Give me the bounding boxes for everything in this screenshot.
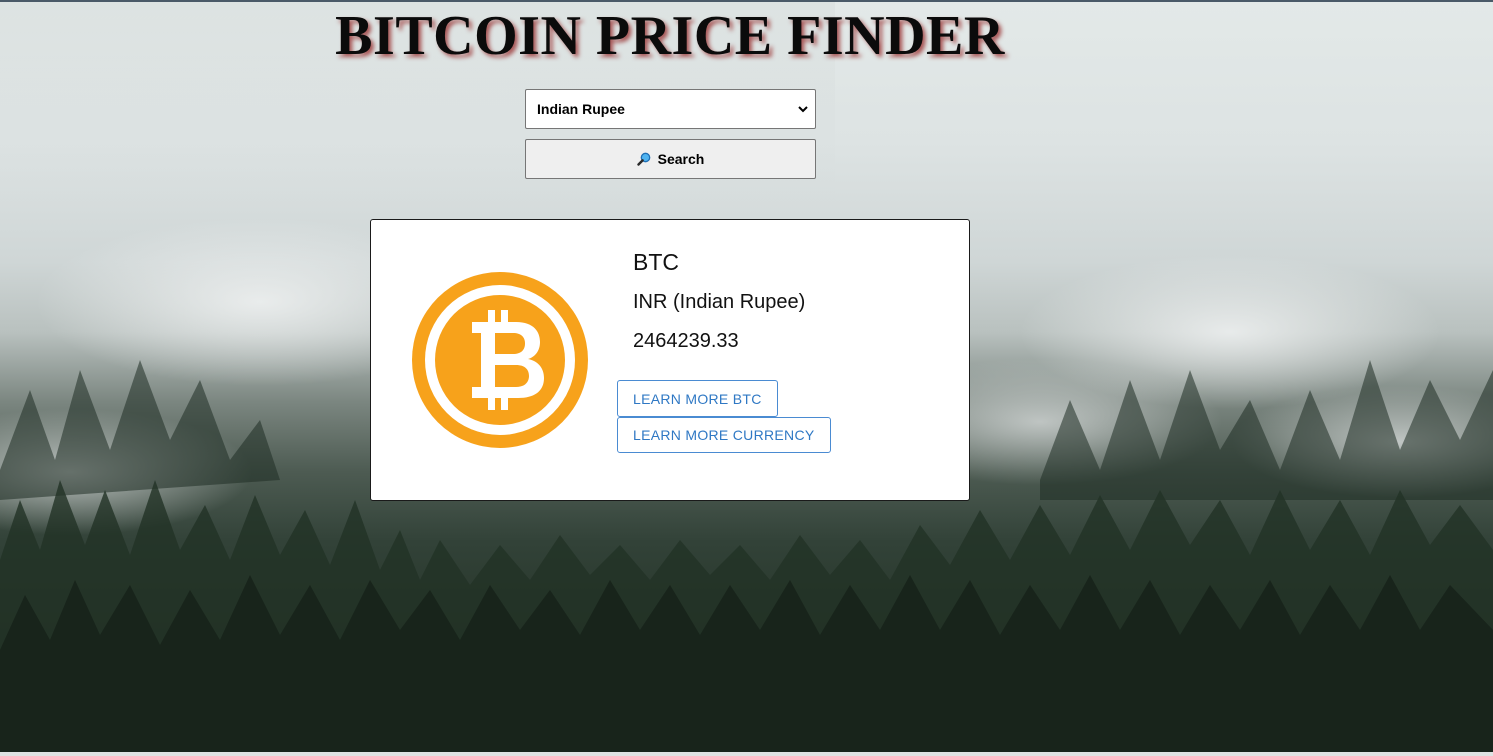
currency-select-value: Indian Rupee: [537, 101, 625, 117]
page-title: BITCOIN PRICE FINDER: [335, 5, 1005, 67]
learn-more-currency-button[interactable]: LEARN MORE CURRENCY: [617, 417, 831, 453]
currency-select[interactable]: Indian Rupee: [525, 89, 816, 129]
search-button[interactable]: Search: [525, 139, 816, 179]
bitcoin-logo: [412, 272, 588, 448]
magnifier-icon: [636, 152, 651, 166]
result-card: BTC INR (Indian Rupee) 2464239.33 LEARN …: [370, 219, 970, 501]
price-value: 2464239.33: [633, 330, 739, 352]
search-button-label: Search: [657, 151, 705, 167]
coin-code: BTC: [633, 249, 679, 275]
bottom-border: [0, 752, 1493, 756]
learn-more-btc-button[interactable]: LEARN MORE BTC: [617, 380, 778, 417]
currency-name: INR (Indian Rupee): [633, 291, 806, 313]
chevron-down-icon: [791, 90, 815, 128]
